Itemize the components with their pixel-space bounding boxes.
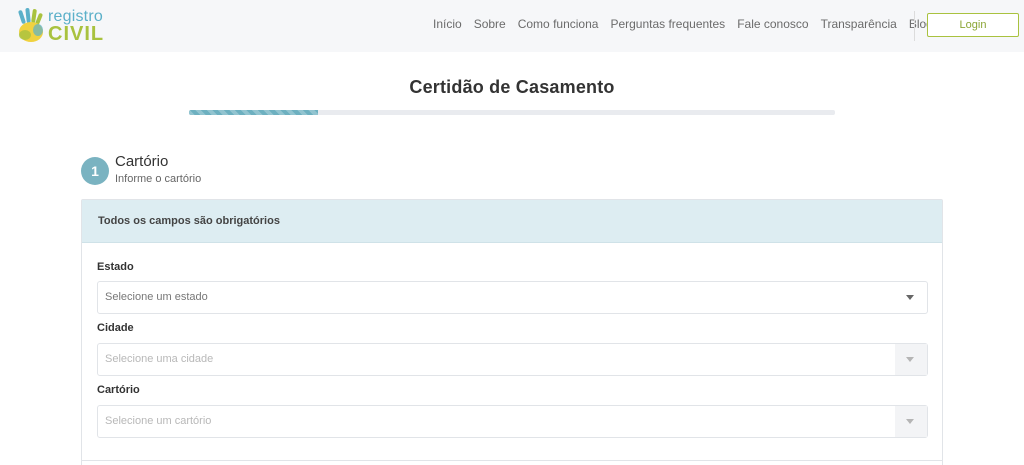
nav-link-sobre[interactable]: Sobre	[474, 17, 506, 31]
registro-civil-logo[interactable]: registro CIVIL	[16, 6, 116, 46]
cidade-select-placeholder: Selecione uma cidade	[105, 353, 214, 365]
cartorio-select[interactable]: Selecione um cartório	[97, 405, 928, 438]
site-header: registro CIVIL Início Sobre Como funcion…	[0, 0, 1024, 52]
progress-bar-fill	[189, 110, 319, 115]
progress-bar	[189, 110, 835, 115]
cartorio-label: Cartório	[97, 384, 140, 396]
logo-text-civil: CIVIL	[48, 23, 105, 45]
step-subtitle: Informe o cartório	[115, 173, 202, 185]
chevron-down-icon[interactable]	[895, 344, 927, 375]
required-fields-notice: Todos os campos são obrigatórios	[82, 200, 942, 243]
chevron-down-icon[interactable]	[895, 282, 927, 313]
nav-link-perguntas-frequentes[interactable]: Perguntas frequentes	[610, 17, 725, 31]
nav-link-como-funciona[interactable]: Como funciona	[518, 17, 599, 31]
main-nav: Início Sobre Como funciona Perguntas fre…	[433, 17, 933, 31]
page-title: Certidão de Casamento	[409, 77, 615, 97]
cidade-label: Cidade	[97, 322, 134, 334]
nav-link-transparencia[interactable]: Transparência	[821, 17, 897, 31]
login-button[interactable]: Login	[927, 13, 1019, 37]
nav-divider	[914, 11, 915, 41]
card-divider	[82, 460, 942, 461]
estado-select[interactable]: Selecione um estado	[97, 281, 928, 314]
step-number-badge: 1	[81, 157, 109, 185]
estado-label: Estado	[97, 261, 134, 273]
nav-link-inicio[interactable]: Início	[433, 17, 462, 31]
cidade-select[interactable]: Selecione uma cidade	[97, 343, 928, 376]
nav-link-fale-conosco[interactable]: Fale conosco	[737, 17, 808, 31]
form-card: Todos os campos são obrigatórios Estado …	[81, 199, 943, 465]
estado-select-placeholder: Selecione um estado	[105, 291, 208, 303]
cartorio-select-placeholder: Selecione um cartório	[105, 415, 212, 427]
step-title: Cartório	[115, 153, 169, 170]
chevron-down-icon[interactable]	[895, 406, 927, 437]
